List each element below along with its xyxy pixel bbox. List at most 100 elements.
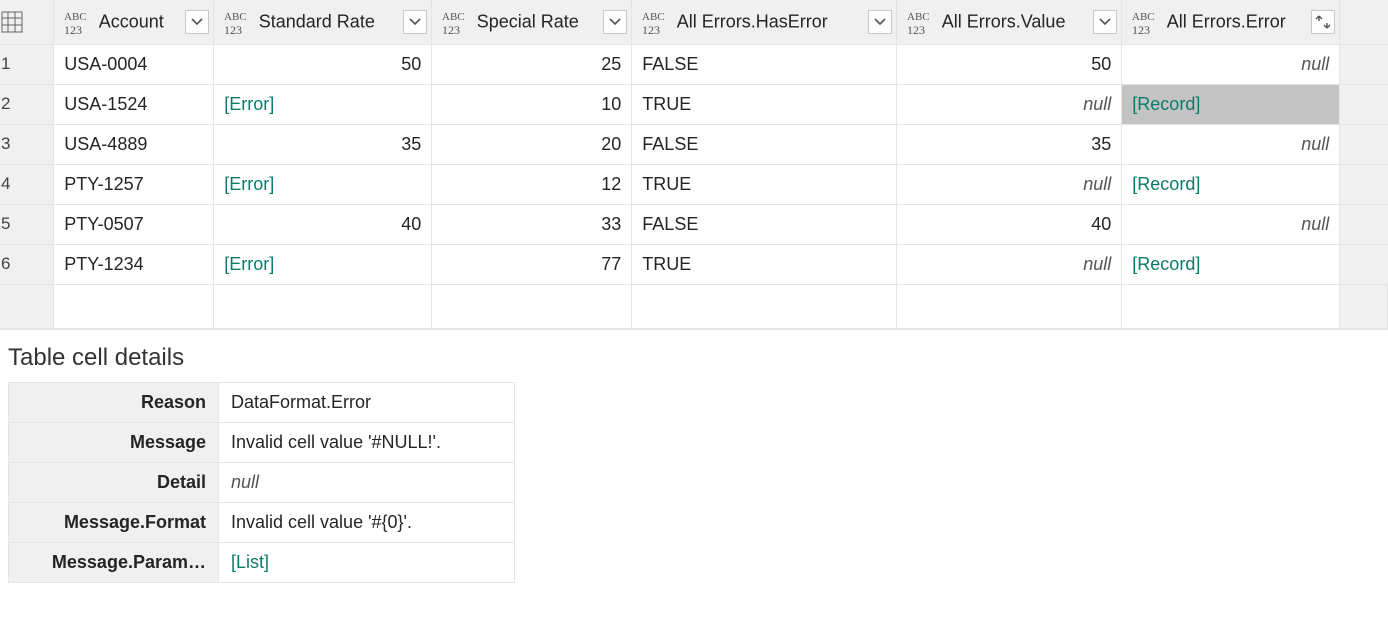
cell[interactable]: PTY-1234: [54, 244, 214, 284]
column-name: All Errors.Error: [1167, 11, 1286, 31]
cell[interactable]: 40: [897, 204, 1122, 244]
cell[interactable]: 33: [432, 204, 632, 244]
cell[interactable]: null: [897, 84, 1122, 124]
cell[interactable]: 35: [214, 124, 432, 164]
cell[interactable]: PTY-1257: [54, 164, 214, 204]
detail-row: Detailnull: [9, 462, 515, 502]
details-table: ReasonDataFormat.ErrorMessageInvalid cel…: [8, 382, 515, 583]
detail-row: ReasonDataFormat.Error: [9, 382, 515, 422]
cell[interactable]: null: [897, 244, 1122, 284]
svg-text:ABC: ABC: [907, 11, 930, 23]
column-header[interactable]: ABC 123 Standard Rate: [214, 0, 432, 44]
table-row[interactable]: 4PTY-1257[Error]12TRUEnull[Record]: [0, 164, 1388, 204]
column-header[interactable]: ABC 123 Account: [54, 0, 214, 44]
cell[interactable]: [Record]: [1122, 84, 1340, 124]
svg-text:123: 123: [642, 23, 660, 36]
cell[interactable]: [Record]: [1122, 164, 1340, 204]
cell[interactable]: TRUE: [632, 244, 897, 284]
cell[interactable]: PTY-0507: [54, 204, 214, 244]
cell[interactable]: 50: [897, 44, 1122, 84]
column-name: All Errors.Value: [942, 11, 1066, 31]
filter-button[interactable]: [1093, 10, 1117, 34]
svg-text:ABC: ABC: [642, 11, 665, 23]
row-number[interactable]: 5: [0, 204, 54, 244]
detail-key: Detail: [9, 462, 219, 502]
table-row[interactable]: 5PTY-05074033FALSE40null: [0, 204, 1388, 244]
svg-text:123: 123: [442, 23, 460, 36]
grid-empty-area: [0, 284, 1388, 328]
detail-value: DataFormat.Error: [219, 382, 515, 422]
cell[interactable]: FALSE: [632, 44, 897, 84]
chevron-down-icon: [409, 18, 421, 26]
row-number[interactable]: 1: [0, 44, 54, 84]
svg-text:123: 123: [1132, 23, 1150, 36]
cell[interactable]: 12: [432, 164, 632, 204]
any-type-icon: ABC 123: [222, 8, 250, 36]
cell[interactable]: [Error]: [214, 244, 432, 284]
detail-key: Message.Format: [9, 502, 219, 542]
detail-row: Message.FormatInvalid cell value '#{0}'.: [9, 502, 515, 542]
svg-text:ABC: ABC: [64, 11, 87, 23]
svg-text:123: 123: [224, 23, 242, 36]
row-number[interactable]: 3: [0, 124, 54, 164]
row-number[interactable]: 6: [0, 244, 54, 284]
cell[interactable]: 77: [432, 244, 632, 284]
cell[interactable]: null: [897, 164, 1122, 204]
svg-text:ABC: ABC: [1132, 11, 1155, 23]
detail-value: Invalid cell value '#{0}'.: [219, 502, 515, 542]
cell[interactable]: USA-4889: [54, 124, 214, 164]
table-icon: [1, 11, 23, 33]
cell[interactable]: [Error]: [214, 164, 432, 204]
filter-button[interactable]: [403, 10, 427, 34]
cell[interactable]: FALSE: [632, 204, 897, 244]
cell[interactable]: 40: [214, 204, 432, 244]
any-type-icon: ABC 123: [440, 8, 468, 36]
cell[interactable]: [Error]: [214, 84, 432, 124]
row-gutter: [1340, 204, 1388, 244]
filter-button[interactable]: [603, 10, 627, 34]
table-row[interactable]: 3USA-48893520FALSE35null: [0, 124, 1388, 164]
any-type-icon: ABC 123: [905, 8, 933, 36]
cell[interactable]: 25: [432, 44, 632, 84]
chevron-down-icon: [874, 18, 886, 26]
row-number[interactable]: 4: [0, 164, 54, 204]
cell[interactable]: [Record]: [1122, 244, 1340, 284]
cell[interactable]: null: [1122, 204, 1340, 244]
detail-row: MessageInvalid cell value '#NULL!'.: [9, 422, 515, 462]
table-row[interactable]: 6PTY-1234[Error]77TRUEnull[Record]: [0, 244, 1388, 284]
detail-key: Message.Param…: [9, 542, 219, 582]
cell[interactable]: 20: [432, 124, 632, 164]
filter-button[interactable]: [185, 10, 209, 34]
column-name: Standard Rate: [259, 11, 375, 31]
row-gutter: [1340, 164, 1388, 204]
svg-text:123: 123: [64, 23, 82, 36]
column-name: All Errors.HasError: [677, 11, 828, 31]
table-row[interactable]: 1USA-00045025FALSE50null: [0, 44, 1388, 84]
data-grid: ABC 123 Account ABC 123 Standard Rate AB…: [0, 0, 1388, 330]
row-number[interactable]: 2: [0, 84, 54, 124]
svg-text:ABC: ABC: [224, 11, 247, 23]
column-header[interactable]: ABC 123 All Errors.Error: [1122, 0, 1340, 44]
table-row[interactable]: 2USA-1524[Error]10TRUEnull[Record]: [0, 84, 1388, 124]
svg-text:123: 123: [907, 23, 925, 36]
cell[interactable]: 35: [897, 124, 1122, 164]
detail-value[interactable]: [List]: [219, 542, 515, 582]
cell[interactable]: TRUE: [632, 164, 897, 204]
column-header[interactable]: ABC 123 All Errors.HasError: [632, 0, 897, 44]
column-header[interactable]: ABC 123 Special Rate: [432, 0, 632, 44]
filter-button[interactable]: [868, 10, 892, 34]
cell[interactable]: 50: [214, 44, 432, 84]
cell[interactable]: null: [1122, 124, 1340, 164]
expand-button[interactable]: [1311, 10, 1335, 34]
select-all-corner[interactable]: [0, 0, 54, 44]
cell[interactable]: FALSE: [632, 124, 897, 164]
cell[interactable]: TRUE: [632, 84, 897, 124]
cell[interactable]: null: [1122, 44, 1340, 84]
row-gutter: [1340, 244, 1388, 284]
expand-icon: [1315, 15, 1331, 29]
any-type-icon: ABC 123: [62, 8, 90, 36]
cell[interactable]: USA-1524: [54, 84, 214, 124]
column-header[interactable]: ABC 123 All Errors.Value: [897, 0, 1122, 44]
cell[interactable]: USA-0004: [54, 44, 214, 84]
cell[interactable]: 10: [432, 84, 632, 124]
